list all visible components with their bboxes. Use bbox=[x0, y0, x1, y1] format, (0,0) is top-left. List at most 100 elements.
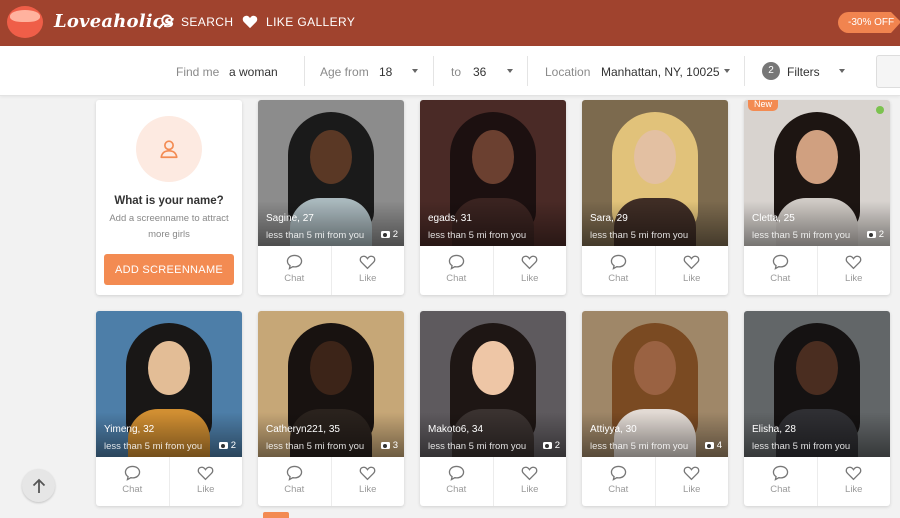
chat-button[interactable]: Chat bbox=[420, 457, 493, 506]
chat-button[interactable]: Chat bbox=[582, 246, 655, 295]
profile-card[interactable]: Elisha, 28 less than 5 mi from you Chat … bbox=[744, 311, 890, 506]
profile-name-age[interactable]: Makoto6, 34 bbox=[428, 424, 483, 435]
profile-photo[interactable]: Yimeng, 32 less than 5 mi from you 2 bbox=[96, 311, 242, 457]
like-button[interactable]: Like bbox=[492, 457, 567, 506]
photo-count-value: 4 bbox=[716, 440, 722, 451]
profile-name-age[interactable]: Elisha, 28 bbox=[752, 424, 796, 435]
profile-photo[interactable]: Elisha, 28 less than 5 mi from you bbox=[744, 311, 890, 457]
profile-name-age[interactable]: egads, 31 bbox=[428, 213, 472, 224]
chat-button[interactable]: Chat bbox=[744, 457, 817, 506]
scroll-to-top-button[interactable] bbox=[22, 469, 55, 502]
like-button[interactable]: Like bbox=[816, 246, 891, 295]
like-button[interactable]: Like bbox=[492, 246, 567, 295]
divider bbox=[433, 56, 434, 86]
heart-outline-icon bbox=[683, 255, 700, 270]
arrow-up-icon bbox=[32, 478, 45, 493]
photo-count-value: 3 bbox=[392, 440, 398, 451]
search-icon bbox=[158, 14, 173, 29]
camera-icon bbox=[704, 442, 714, 449]
location-label: Location bbox=[545, 65, 591, 79]
discount-badge[interactable]: -30% OFF bbox=[838, 12, 900, 33]
divider bbox=[304, 56, 305, 86]
like-button[interactable]: Like bbox=[654, 457, 729, 506]
like-label: Like bbox=[683, 273, 701, 284]
age-to-select[interactable]: 36 bbox=[473, 65, 486, 79]
profile-photo[interactable]: Sara, 29 less than 5 mi from you bbox=[582, 100, 728, 246]
profile-photo[interactable]: Sagine, 27 less than 5 mi from you 2 bbox=[258, 100, 404, 246]
profile-card[interactable]: Attiyya, 30 less than 5 mi from you 4 Ch… bbox=[582, 311, 728, 506]
chat-bubble-icon bbox=[610, 465, 626, 481]
profile-actions: Chat Like bbox=[582, 457, 728, 506]
profile-photo-subject bbox=[450, 323, 536, 457]
profile-distance: less than 5 mi from you bbox=[428, 230, 527, 241]
logo-text[interactable]: Loveaholics bbox=[54, 11, 174, 32]
add-screenname-button[interactable]: ADD SCREENNAME bbox=[104, 254, 234, 285]
profile-card[interactable]: egads, 31 less than 5 mi from you Chat L… bbox=[420, 100, 566, 295]
profile-actions: Chat Like bbox=[420, 457, 566, 506]
like-button[interactable]: Like bbox=[330, 457, 405, 506]
profile-actions: Chat Like bbox=[96, 457, 242, 506]
profile-card[interactable]: Makoto6, 34 less than 5 mi from you 2 Ch… bbox=[420, 311, 566, 506]
profile-name-age[interactable]: Cletta, 25 bbox=[752, 213, 795, 224]
like-button[interactable]: Like bbox=[168, 457, 243, 506]
profile-actions: Chat Like bbox=[420, 246, 566, 295]
filters-count-badge: 2 bbox=[762, 62, 780, 80]
profile-distance: less than 5 mi from you bbox=[266, 441, 365, 452]
photo-count: 2 bbox=[866, 229, 884, 240]
profile-card[interactable]: Catheryn221, 35 less than 5 mi from you … bbox=[258, 311, 404, 506]
photo-count: 2 bbox=[542, 440, 560, 451]
chat-button[interactable]: Chat bbox=[582, 457, 655, 506]
like-button[interactable]: Like bbox=[816, 457, 891, 506]
new-badge: New bbox=[748, 100, 779, 111]
chat-button[interactable]: Chat bbox=[96, 457, 169, 506]
like-button[interactable]: Like bbox=[654, 246, 729, 295]
search-submit-button[interactable] bbox=[876, 55, 900, 88]
age-from-chevron-down-icon[interactable] bbox=[412, 69, 418, 73]
profile-photo[interactable]: Attiyya, 30 less than 5 mi from you 4 bbox=[582, 311, 728, 457]
prompt-title: What is your name? bbox=[114, 195, 224, 207]
filters-button[interactable]: Filters bbox=[787, 65, 820, 79]
profile-card[interactable]: Yimeng, 32 less than 5 mi from you 2 Cha… bbox=[96, 311, 242, 506]
profile-photo[interactable]: Makoto6, 34 less than 5 mi from you 2 bbox=[420, 311, 566, 457]
profile-actions: Chat Like bbox=[744, 457, 890, 506]
age-to-chevron-down-icon[interactable] bbox=[507, 69, 513, 73]
profile-name-age[interactable]: Sagine, 27 bbox=[266, 213, 314, 224]
like-label: Like bbox=[683, 484, 701, 495]
profile-name-age[interactable]: Attiyya, 30 bbox=[590, 424, 637, 435]
chat-button[interactable]: Chat bbox=[744, 246, 817, 295]
filters-chevron-down-icon[interactable] bbox=[839, 69, 845, 73]
profile-name-age[interactable]: Sara, 29 bbox=[590, 213, 628, 224]
profile-photo[interactable]: Cletta, 25 less than 5 mi from you 2 bbox=[744, 100, 890, 246]
chat-bubble-icon bbox=[772, 465, 788, 481]
chat-button[interactable]: Chat bbox=[258, 246, 331, 295]
profile-card[interactable]: Cletta, 25 less than 5 mi from you 2 New… bbox=[744, 100, 890, 295]
camera-icon bbox=[380, 442, 390, 449]
profile-photo-subject bbox=[612, 323, 698, 457]
profile-photo-subject bbox=[288, 323, 374, 457]
profile-photo[interactable]: egads, 31 less than 5 mi from you bbox=[420, 100, 566, 246]
profile-card[interactable]: Sara, 29 less than 5 mi from you Chat Li… bbox=[582, 100, 728, 295]
profile-photo[interactable]: Catheryn221, 35 less than 5 mi from you … bbox=[258, 311, 404, 457]
nav-like-gallery-link[interactable]: LIKE GALLERY bbox=[242, 14, 355, 29]
profile-name-age[interactable]: Yimeng, 32 bbox=[104, 424, 154, 435]
heart-outline-icon bbox=[359, 466, 376, 481]
logo-icon[interactable] bbox=[7, 6, 43, 38]
profile-distance: less than 5 mi from you bbox=[428, 441, 527, 452]
like-button[interactable]: Like bbox=[330, 246, 405, 295]
age-from-select[interactable]: 18 bbox=[379, 65, 392, 79]
location-chevron-down-icon[interactable] bbox=[724, 69, 730, 73]
profile-card[interactable]: Sagine, 27 less than 5 mi from you 2 Cha… bbox=[258, 100, 404, 295]
chat-button[interactable]: Chat bbox=[420, 246, 493, 295]
location-select[interactable]: Manhattan, NY, 10025 bbox=[601, 65, 720, 79]
nav-search-link[interactable]: SEARCH bbox=[158, 14, 233, 29]
online-status-dot bbox=[876, 106, 884, 114]
like-label: Like bbox=[845, 484, 863, 495]
top-bar: Loveaholics SEARCH LIKE GALLERY -30% OFF bbox=[0, 0, 900, 46]
profile-name-age[interactable]: Catheryn221, 35 bbox=[266, 424, 340, 435]
nav-search-label: SEARCH bbox=[181, 14, 234, 29]
chat-label: Chat bbox=[608, 273, 629, 284]
chat-label: Chat bbox=[284, 273, 305, 284]
find-me-select[interactable]: a woman bbox=[229, 65, 278, 79]
chat-button[interactable]: Chat bbox=[258, 457, 331, 506]
divider bbox=[744, 56, 745, 86]
